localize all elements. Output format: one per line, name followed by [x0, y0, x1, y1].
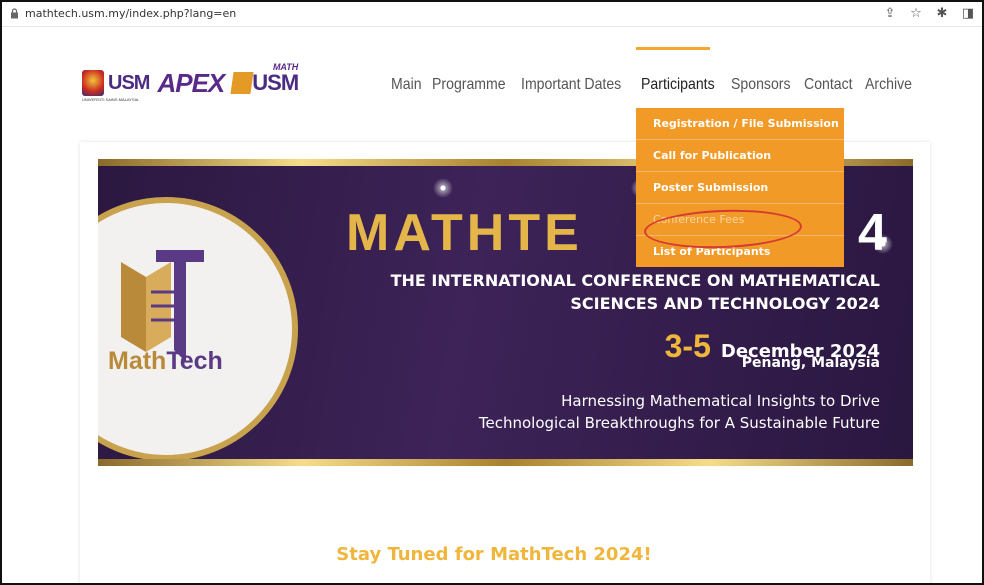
math-usm-logo-mark [230, 72, 254, 94]
dropdown-item-poster-submission[interactable]: Poster Submission [636, 172, 844, 204]
usm-logo-subtext: UNIVERSITI SAINS MALAYSIA [82, 97, 139, 102]
extensions-icon[interactable]: ✱ [934, 6, 950, 21]
nav-item-programme[interactable]: Programme [425, 76, 513, 94]
nav-item-main[interactable]: Main [384, 76, 429, 94]
nav-item-sponsors[interactable]: Sponsors [724, 76, 798, 94]
banner-title-tail: 4 [858, 204, 887, 262]
share-icon[interactable]: ⇪ [882, 6, 898, 21]
stay-tuned-heading: Stay Tuned for MathTech 2024! [336, 544, 652, 565]
nav-active-indicator [636, 47, 710, 50]
browser-frame: mathtech.usm.my/index.php?lang=en ⇪ ☆ ✱ … [0, 0, 984, 585]
banner-tagline-line2: Technological Breakthroughs for A Sustai… [478, 414, 880, 432]
usm-logo-text: USM [108, 71, 150, 94]
math-usm-logo-main: USM [252, 70, 299, 95]
banner-location: Penang, Malaysia [741, 355, 880, 371]
banner-bottom-border [98, 459, 913, 466]
url-text[interactable]: mathtech.usm.my/index.php?lang=en [25, 7, 236, 20]
banner-subtitle-line1: THE INTERNATIONAL CONFERENCE ON MATHEMAT… [390, 271, 880, 290]
banner-date-range: 3-5 [664, 328, 711, 364]
math-usm-logo[interactable]: MATH USM [230, 62, 302, 100]
lock-icon [11, 8, 18, 19]
nav-item-important-dates[interactable]: Important Dates [514, 76, 628, 94]
usm-crest-icon [82, 70, 104, 96]
apex-logo[interactable]: APEX [157, 68, 225, 99]
nav-item-archive[interactable]: Archive [858, 76, 919, 94]
nav-item-contact[interactable]: Contact [797, 76, 860, 94]
sparkle-icon [428, 173, 458, 203]
address-bar[interactable]: mathtech.usm.my/index.php?lang=en ⇪ ☆ ✱ … [2, 2, 982, 27]
banner-subtitle-line2: SCIENCES AND TECHNOLOGY 2024 [570, 294, 880, 313]
banner-tagline-line1: Harnessing Mathematical Insights to Driv… [561, 392, 880, 410]
main-nav: Main Programme Important Dates Participa… [384, 76, 918, 94]
banner-title: MATHTE [346, 204, 583, 262]
dropdown-item-registration[interactable]: Registration / File Submission [636, 108, 844, 140]
browser-toolbar: ⇪ ☆ ✱ ◨ [882, 6, 976, 21]
nav-item-participants[interactable]: Participants [634, 76, 722, 94]
star-icon[interactable]: ☆ [908, 6, 924, 21]
usm-logo[interactable]: USM UNIVERSITI SAINS MALAYSIA [82, 70, 150, 102]
mathtech-logo-wordmark: MathTech [108, 347, 223, 375]
sidepanel-icon[interactable]: ◨ [960, 6, 976, 21]
dropdown-item-call-for-publication[interactable]: Call for Publication [636, 140, 844, 172]
header-logos[interactable]: USM UNIVERSITI SAINS MALAYSIA APEX MATH … [82, 62, 302, 102]
